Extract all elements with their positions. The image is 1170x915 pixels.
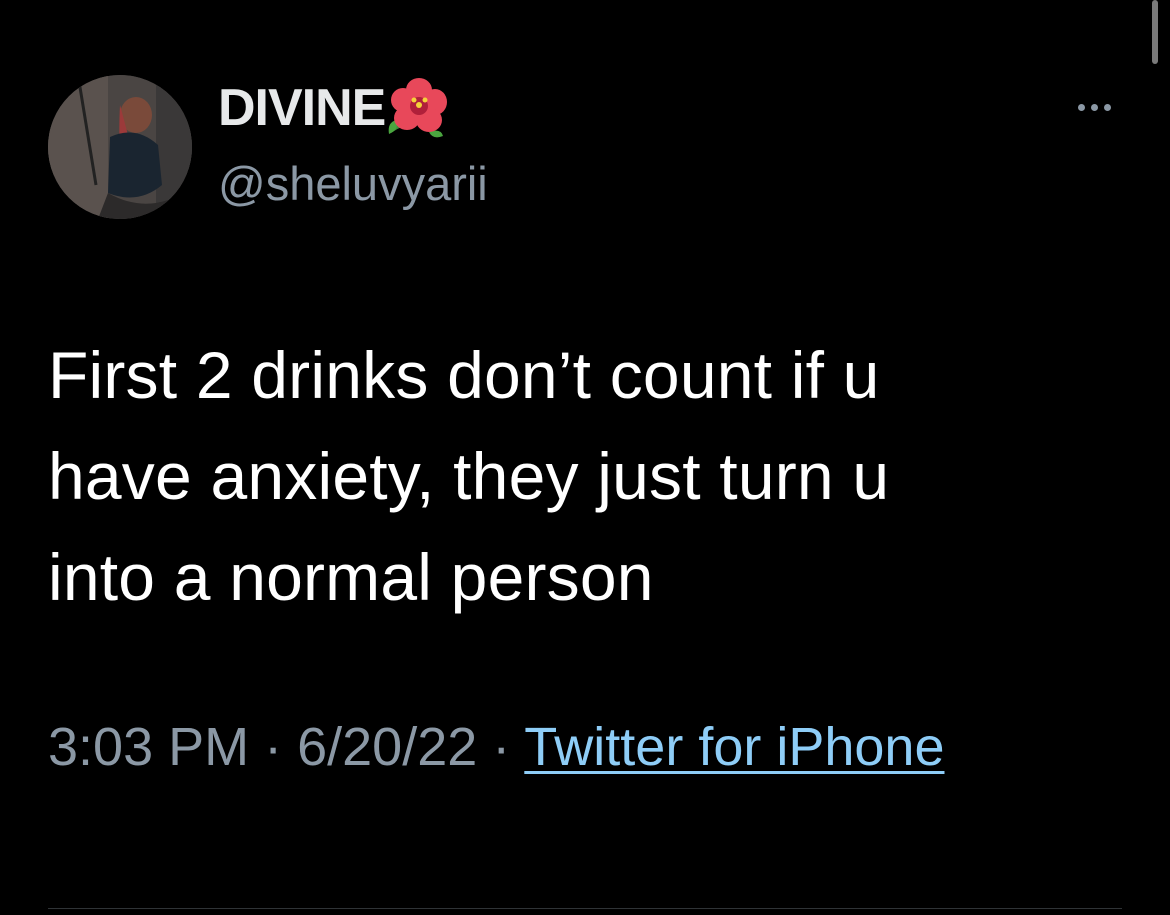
meta-separator: · [477,717,525,777]
display-name[interactable]: DIVINE [218,82,386,134]
tweet-text-line: into a normal person [48,540,654,614]
more-options-button[interactable] [1066,92,1122,122]
hibiscus-icon [389,78,448,138]
tweet-text-line: have anxiety, they just turn u [48,439,890,513]
more-dot-icon [1103,103,1111,111]
author-handle[interactable]: @sheluvyarii [218,160,488,207]
tweet-text: First 2 drinks don’t count if u have anx… [48,325,1128,628]
tweet-text-line: First 2 drinks don’t count if u [48,338,880,412]
tweet-source-link[interactable]: Twitter for iPhone [524,717,944,777]
divider [48,908,1122,909]
tweet-date[interactable]: 6/20/22 [297,717,477,777]
tweet-meta: 3:03 PM · 6/20/22 · Twitter for iPhone [48,705,1128,789]
avatar-photo [48,75,192,219]
more-dot-icon [1077,103,1085,111]
more-dot-icon [1090,103,1098,111]
scrollbar[interactable] [1152,0,1158,64]
author-name-row[interactable]: DIVINE [218,76,451,140]
tweet-time[interactable]: 3:03 PM [48,717,249,777]
avatar[interactable] [48,75,192,219]
meta-separator: · [249,717,298,777]
